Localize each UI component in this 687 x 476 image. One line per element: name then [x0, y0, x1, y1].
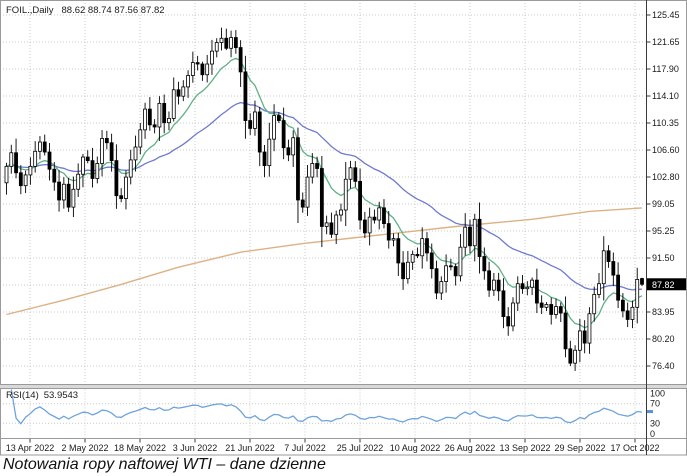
- price-chart[interactable]: 125.45 121.65 117.90 114.10 110.35 106.60 102.…: [0, 0, 687, 456]
- price-tick-label: 106.60: [652, 145, 680, 155]
- rsi-tick-label: 0: [650, 429, 655, 439]
- date-tick-label: 10 Aug 2022: [390, 443, 441, 453]
- chart-caption: Notowania ropy naftowej WTI – dane dzien…: [3, 456, 326, 473]
- rsi-tick-label: 70: [650, 399, 660, 409]
- price-tick-label: 76.40: [652, 361, 675, 371]
- instrument-label: FOIL.,Daily 88.62 88.74 87.56 87.82: [6, 5, 165, 16]
- date-tick-label: 2 May 2022: [61, 443, 108, 453]
- date-tick-label: 21 Jun 2022: [225, 443, 275, 453]
- ohlc-values-label: 88.62 88.74 87.56 87.82: [61, 5, 165, 16]
- price-tick-label: 102.80: [652, 172, 680, 182]
- price-tick-label: 114.10: [652, 91, 679, 101]
- date-tick-label: 26 Aug 2022: [445, 443, 496, 453]
- date-tick-label: 25 Jul 2022: [337, 443, 384, 453]
- last-price-tag: 87.82: [647, 278, 686, 291]
- date-tick-label: 17 Oct 2022: [610, 443, 659, 453]
- date-tick-label: 13 Apr 2022: [6, 443, 55, 453]
- date-tick-label: 7 Jul 2022: [284, 443, 326, 453]
- rsi-name-label: RSI(14): [6, 390, 39, 401]
- last-price-tag-value: 87.82: [652, 280, 675, 290]
- rsi-value-marker: [647, 410, 653, 414]
- date-tick-label: 18 May 2022: [114, 443, 166, 453]
- date-tick-label: 29 Sep 2022: [554, 443, 605, 453]
- symbol-period-label: FOIL.,Daily: [6, 5, 54, 16]
- date-tick-label: 13 Sep 2022: [499, 443, 550, 453]
- rsi-indicator-label: RSI(14) 53.9543: [6, 390, 78, 401]
- rsi-value-label: 53.9543: [43, 390, 79, 401]
- date-tick-label: 3 Jun 2022: [173, 443, 218, 453]
- price-tick-label: 91.50: [652, 253, 675, 263]
- price-tick-label: 99.05: [652, 199, 675, 209]
- price-tick-label: 110.35: [652, 118, 679, 128]
- price-tick-label: 125.45: [652, 10, 680, 20]
- price-tick-label: 95.25: [652, 226, 675, 236]
- rsi-tick-label: 100: [650, 389, 665, 399]
- price-tick-label: 80.20: [652, 334, 675, 344]
- pane-separator[interactable]: [0, 384, 687, 389]
- rsi-tick-label: 30: [650, 418, 660, 428]
- price-tick-label: 117.90: [652, 64, 679, 74]
- price-tick-label: 83.95: [652, 307, 675, 317]
- price-tick-label: 121.65: [652, 37, 680, 47]
- chart-window: 125.45 121.65 117.90 114.10 110.35 106.60 102.…: [0, 0, 687, 476]
